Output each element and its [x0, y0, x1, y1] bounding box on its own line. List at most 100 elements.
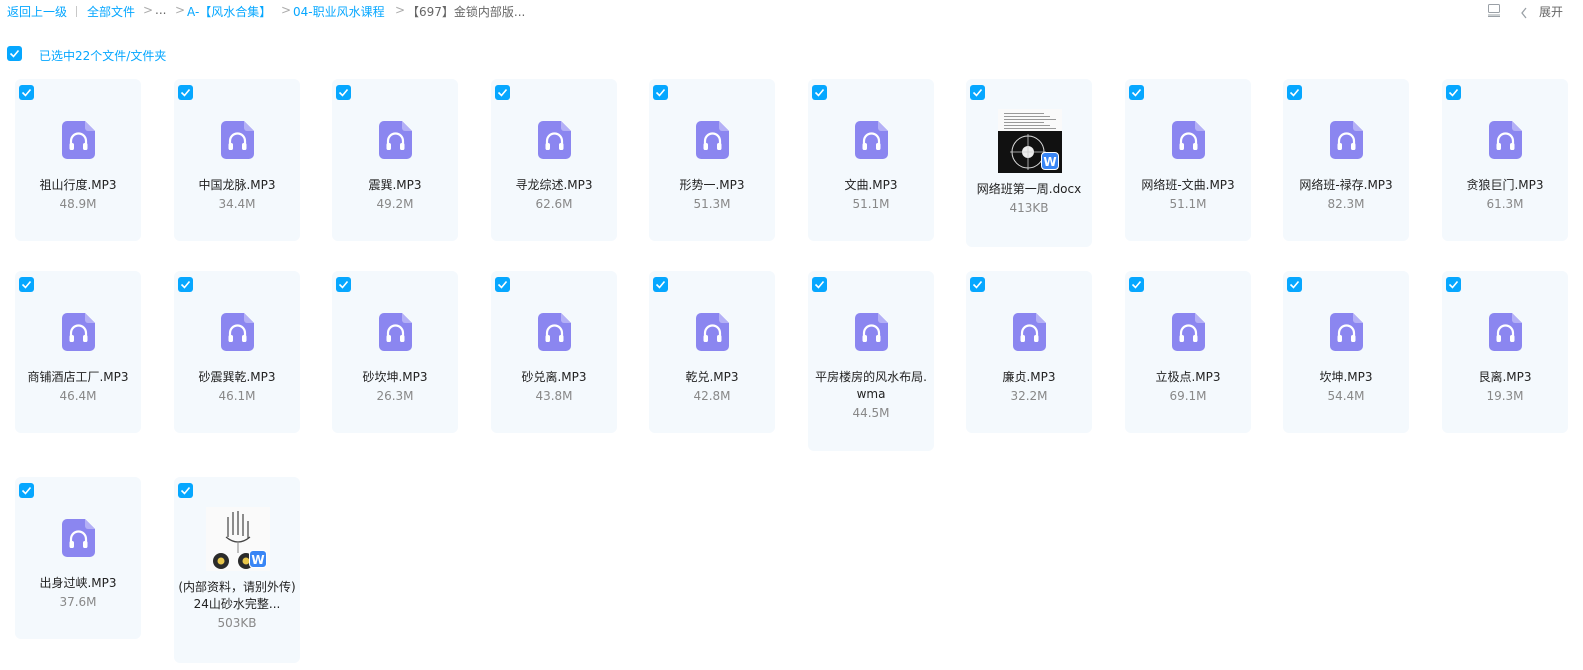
file-checkbox[interactable]: [1287, 277, 1302, 292]
headphones-icon: [1489, 121, 1522, 159]
file-checkbox[interactable]: [336, 277, 351, 292]
file-checkbox[interactable]: [812, 277, 827, 292]
breadcrumb-separator: >: [395, 3, 406, 17]
breadcrumb-separator: >: [175, 3, 186, 17]
file-name: 砂坎坤.MP3: [362, 370, 428, 384]
file-checkbox[interactable]: [178, 483, 193, 498]
file-checkbox[interactable]: [495, 277, 510, 292]
file-name: 祖山行度.MP3: [39, 178, 117, 192]
file-card[interactable]: 乾兑.MP3 42.8M: [649, 271, 775, 433]
headphones-icon: [1172, 121, 1205, 159]
file-checkbox[interactable]: [653, 277, 668, 292]
breadcrumb-ellipsis[interactable]: ...: [155, 3, 166, 17]
file-name: 廉贞.MP3: [1002, 370, 1056, 384]
file-name: 寻龙综述.MP3: [515, 178, 593, 192]
file-name: 出身过峡.MP3: [39, 576, 117, 590]
list-view-icon[interactable]: [1488, 4, 1500, 17]
breadcrumb-divider: [76, 6, 77, 17]
selection-count: 已选中22个文件/文件夹: [39, 49, 167, 63]
file-card[interactable]: 中国龙脉.MP3 34.4M: [174, 79, 300, 241]
file-card[interactable]: 祖山行度.MP3 48.9M: [15, 79, 141, 241]
headphones-icon: [62, 519, 95, 557]
file-card[interactable]: W (内部资料，请别外传)24山砂水完整... 503KB: [174, 477, 300, 663]
file-card[interactable]: 出身过峡.MP3 37.6M: [15, 477, 141, 639]
file-size: 44.5M: [852, 406, 890, 420]
headphones-icon: [696, 121, 729, 159]
select-all-checkbox[interactable]: [7, 46, 22, 61]
file-size: 51.1M: [852, 197, 890, 211]
file-size: 503KB: [217, 616, 257, 630]
file-name: 砂兑离.MP3: [521, 370, 587, 384]
file-size: 43.8M: [535, 389, 573, 403]
file-name: 砂震巽乾.MP3: [198, 370, 276, 384]
file-card[interactable]: 贪狼巨门.MP3 61.3M: [1442, 79, 1568, 241]
file-checkbox[interactable]: [970, 85, 985, 100]
file-card[interactable]: 坎坤.MP3 54.4M: [1283, 271, 1409, 433]
file-checkbox[interactable]: [1129, 85, 1144, 100]
file-checkbox[interactable]: [812, 85, 827, 100]
file-checkbox[interactable]: [178, 277, 193, 292]
breadcrumb-all-files[interactable]: 全部文件: [87, 3, 135, 20]
file-name: 贪狼巨门.MP3: [1466, 178, 1544, 192]
breadcrumb-separator: >: [143, 3, 154, 17]
headphones-icon: [62, 121, 95, 159]
file-size: 51.3M: [693, 197, 731, 211]
file-name: 乾兑.MP3: [685, 370, 739, 384]
file-size: 46.4M: [59, 389, 97, 403]
file-card[interactable]: 砂兑离.MP3 43.8M: [491, 271, 617, 433]
word-badge-icon: W: [249, 550, 267, 568]
headphones-icon: [221, 121, 254, 159]
file-name: 平房楼房的风水布局.wma: [815, 370, 927, 401]
file-checkbox[interactable]: [495, 85, 510, 100]
file-checkbox[interactable]: [1446, 277, 1461, 292]
file-checkbox[interactable]: [653, 85, 668, 100]
file-size: 34.4M: [218, 197, 256, 211]
file-card[interactable]: 廉贞.MP3 32.2M: [966, 271, 1092, 433]
back-link[interactable]: 返回上一级: [7, 3, 67, 20]
file-name: 立极点.MP3: [1155, 370, 1221, 384]
file-card[interactable]: 网络班-文曲.MP3 51.1M: [1125, 79, 1251, 241]
file-card[interactable]: 砂坎坤.MP3 26.3M: [332, 271, 458, 433]
file-checkbox[interactable]: [1287, 85, 1302, 100]
file-card[interactable]: 艮离.MP3 19.3M: [1442, 271, 1568, 433]
headphones-icon: [855, 313, 888, 351]
file-name: 震巽.MP3: [368, 178, 422, 192]
breadcrumb-level1[interactable]: A-【风水合集】: [187, 3, 271, 20]
file-checkbox[interactable]: [970, 277, 985, 292]
file-card[interactable]: 网络班-禄存.MP3 82.3M: [1283, 79, 1409, 241]
file-card[interactable]: 寻龙综述.MP3 62.6M: [491, 79, 617, 241]
file-checkbox[interactable]: [1129, 277, 1144, 292]
file-card[interactable]: W 网络班第一周.docx 413KB: [966, 79, 1092, 247]
file-checkbox[interactable]: [1446, 85, 1461, 100]
headphones-icon: [1330, 121, 1363, 159]
file-checkbox[interactable]: [19, 85, 34, 100]
file-checkbox[interactable]: [178, 85, 193, 100]
file-size: 42.8M: [693, 389, 731, 403]
file-size: 19.3M: [1486, 389, 1524, 403]
file-checkbox[interactable]: [19, 483, 34, 498]
file-size: 32.2M: [1010, 389, 1048, 403]
headphones-icon: [855, 121, 888, 159]
file-card[interactable]: 文曲.MP3 51.1M: [808, 79, 934, 241]
breadcrumb-level2[interactable]: 04-职业风水课程: [293, 3, 385, 20]
file-card[interactable]: 砂震巽乾.MP3 46.1M: [174, 271, 300, 433]
file-size: 48.9M: [59, 197, 97, 211]
file-card[interactable]: 震巽.MP3 49.2M: [332, 79, 458, 241]
word-badge-icon: W: [1041, 152, 1059, 170]
file-name: 网络班-文曲.MP3: [1141, 178, 1235, 192]
headphones-icon: [379, 313, 412, 351]
file-name: 中国龙脉.MP3: [198, 178, 276, 192]
file-card[interactable]: 立极点.MP3 69.1M: [1125, 271, 1251, 433]
file-size: 26.3M: [376, 389, 414, 403]
file-size: 46.1M: [218, 389, 256, 403]
file-card[interactable]: 形势一.MP3 51.3M: [649, 79, 775, 241]
headphones-icon: [221, 313, 254, 351]
file-card[interactable]: 商铺酒店工厂.MP3 46.4M: [15, 271, 141, 433]
headphones-icon: [538, 121, 571, 159]
file-checkbox[interactable]: [336, 85, 351, 100]
file-size: 413KB: [1009, 201, 1049, 215]
expand-button[interactable]: 展开: [1539, 3, 1563, 20]
chevron-left-icon[interactable]: [1520, 4, 1528, 19]
file-card[interactable]: 平房楼房的风水布局.wma 44.5M: [808, 271, 934, 451]
file-checkbox[interactable]: [19, 277, 34, 292]
